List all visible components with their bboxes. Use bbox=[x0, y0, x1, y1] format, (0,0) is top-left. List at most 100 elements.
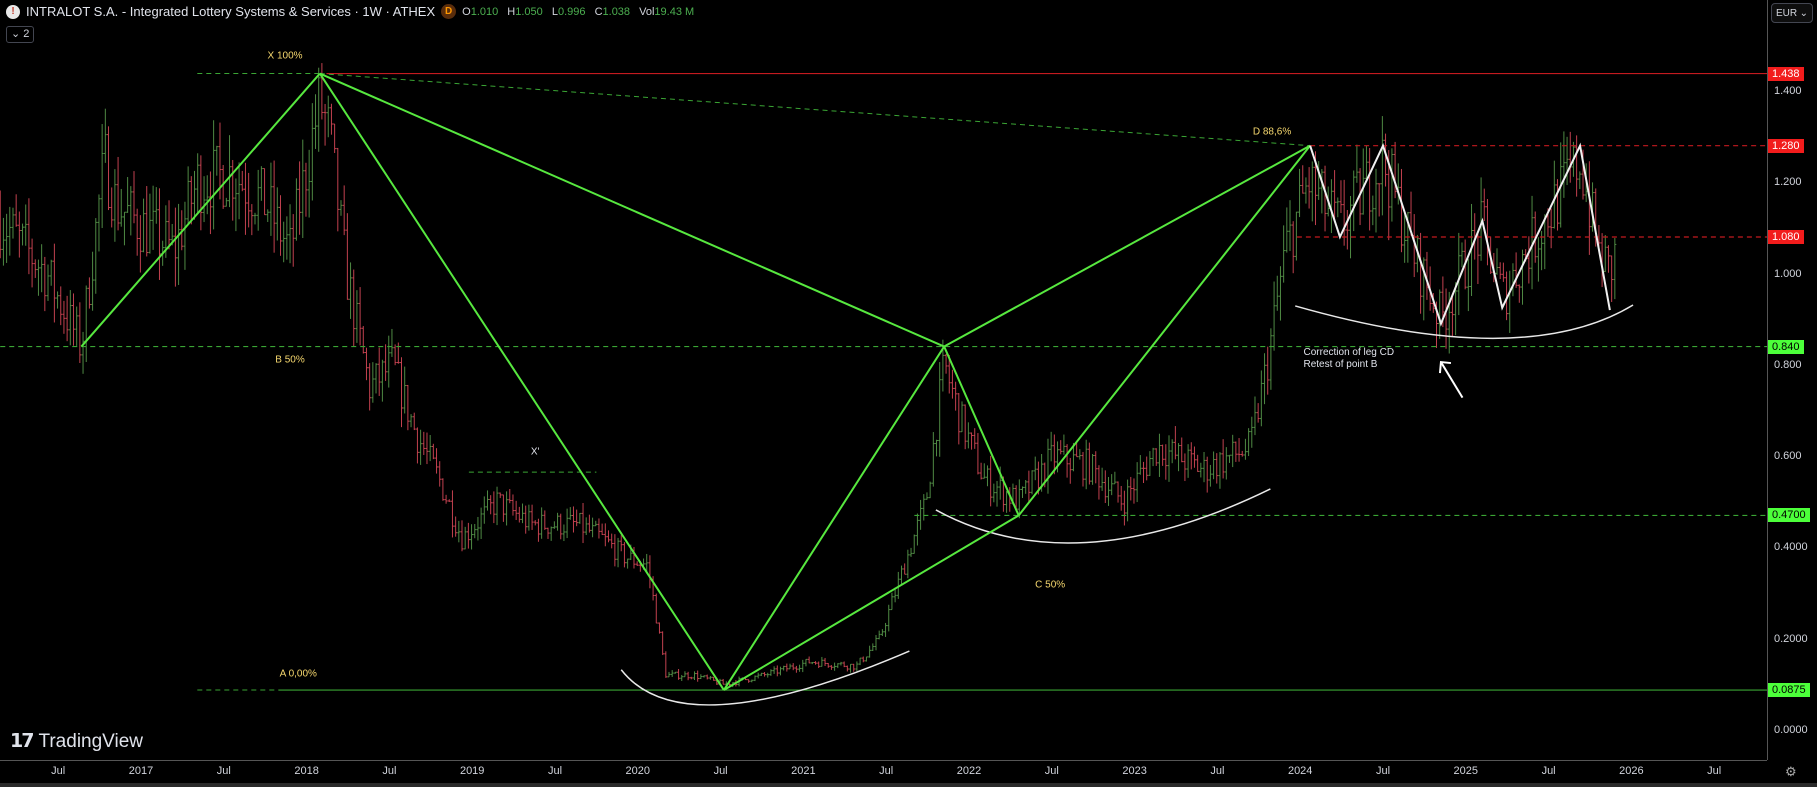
ohlc-bar bbox=[1110, 474, 1114, 496]
ohlc-bar bbox=[603, 523, 607, 547]
time-tick-label: Jul bbox=[1375, 765, 1391, 777]
ohlc-bar bbox=[594, 520, 598, 527]
ohlc-bar bbox=[667, 671, 671, 678]
ohlc-bar bbox=[400, 357, 404, 428]
time-tick-label: 2022 bbox=[956, 765, 982, 777]
delayed-badge[interactable]: D bbox=[441, 4, 457, 19]
ohlc-bar bbox=[1301, 165, 1305, 194]
pattern-label[interactable]: A 0,00% bbox=[280, 669, 317, 680]
ohlc-bar bbox=[559, 513, 563, 540]
ohlc-bar bbox=[371, 362, 375, 403]
ohlc-bar bbox=[358, 287, 362, 346]
ohlc-bar bbox=[801, 659, 805, 673]
price-chart[interactable] bbox=[0, 0, 1767, 760]
ohlc-bar bbox=[906, 549, 910, 579]
ohlc-bar bbox=[33, 259, 37, 278]
ohlc-bar bbox=[1476, 232, 1480, 284]
pattern-leg-AB bbox=[723, 346, 946, 691]
ohlc-bar bbox=[766, 672, 770, 678]
ohlc-bar bbox=[208, 171, 212, 235]
ohlc-bar bbox=[231, 159, 235, 221]
symbol-title[interactable]: INTRALOT S.A. - Integrated Lottery Syste… bbox=[26, 4, 435, 19]
ohlc-bar bbox=[944, 353, 948, 374]
indicators-collapse-button[interactable]: ⌄ 2 bbox=[6, 26, 35, 43]
ohlc-bar bbox=[126, 177, 130, 213]
ohlc-bar bbox=[49, 259, 53, 286]
ohlc-bar bbox=[14, 194, 18, 227]
ohlc-bar bbox=[845, 665, 849, 672]
tradingview-logo[interactable]: 𝟭𝟳 TradingView bbox=[10, 730, 143, 753]
ohlc-bar bbox=[880, 629, 884, 637]
pattern-label[interactable]: X 100% bbox=[268, 51, 303, 62]
ohlc-bar bbox=[1575, 135, 1579, 197]
ohlc-bar bbox=[670, 670, 674, 677]
ohlc-bar bbox=[524, 505, 528, 534]
ohlc-bar bbox=[562, 524, 566, 542]
ohlc-bar bbox=[912, 534, 916, 554]
ohlc-bar bbox=[1154, 448, 1158, 466]
harmonic-pattern bbox=[80, 72, 1311, 691]
ohlc-bar bbox=[505, 491, 509, 526]
ohlc-bar bbox=[1078, 449, 1082, 460]
ohlc-bar bbox=[116, 156, 120, 231]
currency-selector[interactable]: EUR ⌄ bbox=[1771, 3, 1813, 23]
ohlc-bar bbox=[571, 506, 575, 533]
ohlc-bar bbox=[794, 665, 798, 673]
correction-note[interactable]: Correction of leg CD Retest of point B bbox=[1304, 347, 1395, 371]
pattern-label[interactable]: D 88,6% bbox=[1253, 126, 1291, 137]
ohlc-bar bbox=[807, 656, 811, 664]
ohlc-bar bbox=[46, 264, 50, 301]
ohlc-bar bbox=[1294, 211, 1298, 261]
time-tick-label: Jul bbox=[713, 765, 728, 777]
pattern-label[interactable]: B 50% bbox=[275, 355, 304, 366]
ohlc-bar bbox=[441, 478, 445, 501]
ohlc-bar bbox=[186, 166, 190, 225]
time-axis-border bbox=[0, 760, 1767, 761]
ohlc-bar bbox=[256, 169, 260, 231]
ohlc-bar bbox=[1298, 168, 1302, 218]
ohlc-bar bbox=[884, 622, 888, 637]
ohlc-bar bbox=[1231, 434, 1235, 468]
ohlc-bar bbox=[1005, 490, 1009, 513]
ohlc-bar bbox=[317, 67, 321, 152]
ohlc-bar bbox=[1087, 442, 1091, 485]
ohlc-bar bbox=[1103, 470, 1107, 503]
ohlc-bar bbox=[259, 166, 263, 201]
price-tick-label: 1.400 bbox=[1774, 84, 1802, 97]
ohlc-bar bbox=[485, 490, 489, 511]
ohlc-bar bbox=[868, 645, 872, 658]
ohlc-bar bbox=[301, 139, 305, 239]
ohlc-bar bbox=[568, 507, 572, 520]
price-level-tag: 0.0875 bbox=[1768, 683, 1810, 698]
ohlc-bar bbox=[533, 520, 537, 526]
ohlc-bar bbox=[387, 335, 391, 388]
ohlc-bar bbox=[1368, 147, 1372, 231]
ohlc-bar bbox=[1603, 235, 1607, 273]
ohlc-bar bbox=[1224, 447, 1228, 480]
time-tick-label: Jul bbox=[1707, 765, 1722, 777]
ohlc-bar bbox=[791, 663, 795, 671]
ohlc-bar bbox=[610, 533, 614, 549]
ohlc-bar bbox=[396, 342, 400, 364]
ohlc-bar bbox=[36, 259, 40, 296]
ohlc-bar bbox=[1129, 476, 1133, 501]
ohlc-bar bbox=[1285, 207, 1289, 253]
ohlc-bar bbox=[686, 671, 690, 681]
pattern-label[interactable]: X' bbox=[531, 447, 540, 458]
time-tick-label: 2021 bbox=[791, 765, 816, 777]
ohlc-bar bbox=[995, 480, 999, 507]
ohlc-bar bbox=[27, 198, 31, 275]
ohlc-bar bbox=[1384, 133, 1388, 187]
ohlc-bar bbox=[833, 662, 837, 671]
pattern-label[interactable]: C 50% bbox=[1035, 580, 1065, 591]
ohlc-bar bbox=[1228, 454, 1232, 463]
ohlc-bar bbox=[508, 488, 512, 504]
ohlc-bar bbox=[677, 669, 681, 680]
ohlc-bar bbox=[1288, 200, 1292, 252]
ohlc-bar bbox=[167, 200, 171, 250]
ohlc-bar bbox=[87, 277, 91, 309]
ohlc-bar bbox=[476, 516, 480, 541]
ohlc-bar bbox=[1189, 442, 1193, 470]
ohlc-bar bbox=[1371, 195, 1375, 226]
settings-gear-icon[interactable]: ⚙ bbox=[1785, 764, 1797, 780]
